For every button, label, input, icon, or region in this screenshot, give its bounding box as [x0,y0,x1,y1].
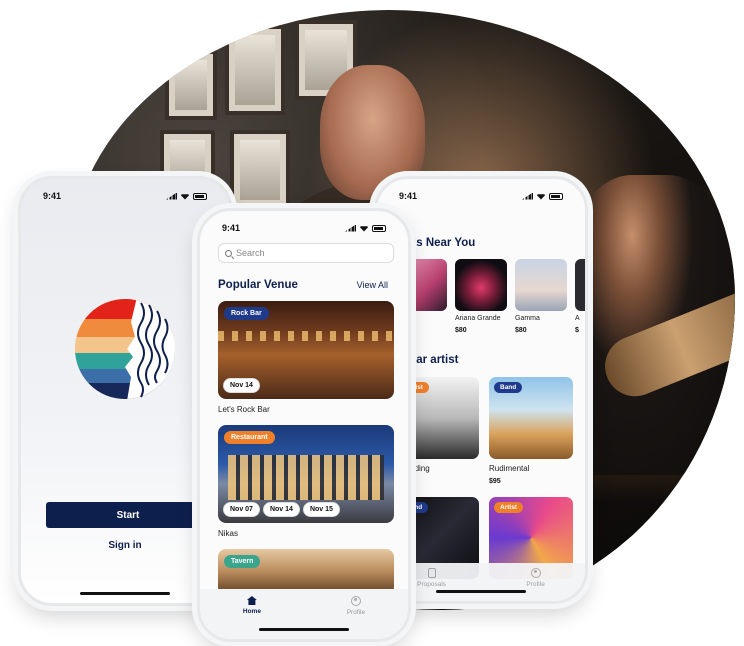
artist-type-badge: Band [494,382,523,393]
status-bar: 9:41 [377,179,585,213]
wifi-icon [359,226,369,232]
tab-label: Profile [526,581,545,588]
start-button[interactable]: Start [46,502,210,528]
artist-price: $80 [455,327,467,334]
artist-price: $ [575,327,579,334]
wall-frame [225,25,285,115]
phone-venues: 9:41 Search Popular Venue View All Rock … [197,208,411,642]
venue-card[interactable]: Restaurant Nov 07 Nov 14 Nov 15 Nikas [218,425,394,538]
search-placeholder: Search [236,248,265,258]
artist-name: A [575,315,580,322]
signal-icon [522,192,533,200]
tab-home[interactable]: Home [243,596,261,639]
status-time: 9:41 [43,191,62,201]
wifi-icon [180,194,190,200]
artist-card[interactable]: Ariana Grande $80 [455,259,507,334]
section-header: Popular Venue View All [218,279,388,291]
wifi-icon [536,194,546,200]
venue-name: Let's Rock Bar [218,405,270,414]
profile-icon [350,596,361,606]
home-icon [246,596,257,605]
tab-profile[interactable]: Profile [347,596,365,639]
battery-icon [549,192,563,200]
home-indicator [436,590,526,593]
venue-name: Nikas [218,529,239,538]
artist-card[interactable]: Gamma $80 [515,259,567,334]
search-input[interactable]: Search [218,243,394,263]
status-time: 9:41 [222,223,241,233]
tab-bar: Home Profile [200,589,408,639]
date-chip: Nov 15 [302,502,340,517]
date-chip: Nov 07 [223,502,260,517]
artist-type-badge: Artist [494,502,523,513]
proposals-icon [427,568,436,578]
search-icon [225,249,232,257]
artist-name: Ariana Grande [455,315,501,322]
date-chip: Nov 14 [223,378,260,393]
artist-card[interactable]: A $ [575,259,585,334]
popular-venue-title: Popular Venue [218,279,298,291]
home-indicator [259,628,349,631]
signal-icon [345,224,356,232]
artist-name: Rudimental [489,464,530,473]
venue-type-badge: Restaurant [224,431,275,444]
profile-icon [530,568,541,578]
venue-image: Rock Bar Nov 14 [218,301,394,399]
date-chip: Nov 14 [262,502,300,517]
venue-type-badge: Tavern [224,555,261,568]
home-indicator [80,592,170,595]
signal-icon [166,192,177,200]
status-time: 9:41 [399,191,418,201]
tab-proposals[interactable]: Proposals [417,568,446,601]
wall-frame [165,50,217,120]
tab-label: Home [242,608,261,615]
venue-image: Restaurant Nov 07 Nov 14 Nov 15 [218,425,394,523]
status-bar: 9:41 [21,179,229,213]
app-logo-icon [75,299,175,399]
artist-thumb [455,259,507,311]
artist-price: $80 [515,327,527,334]
artist-price: $95 [489,478,501,485]
status-bar: 9:41 [200,211,408,245]
artist-thumb [575,259,585,311]
tab-profile[interactable]: Profile [526,568,545,601]
venue-card[interactable]: Rock Bar Nov 14 Let's Rock Bar [218,301,394,414]
battery-icon [372,224,386,232]
wall-frame [230,130,290,210]
popular-artist-card[interactable]: Band Rudimental $95 [489,377,573,485]
tab-label: Profile [346,609,366,616]
artist-thumb: Band [489,377,573,459]
venue-type-badge: Rock Bar [224,307,269,320]
view-all-link[interactable]: View All [357,280,388,290]
artist-name: Gamma [515,315,540,322]
battery-icon [193,192,207,200]
artist-thumb [515,259,567,311]
tab-label: Proposals [417,581,447,588]
